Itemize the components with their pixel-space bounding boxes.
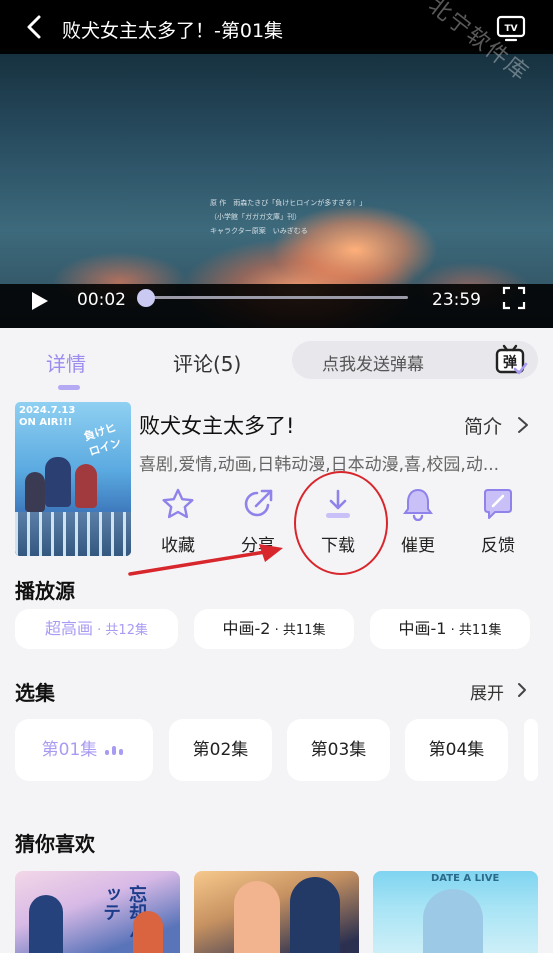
episode-label: 第03集 [310, 740, 367, 760]
episode-chip-partial[interactable] [524, 719, 538, 781]
source-chip-2[interactable]: 中画-2 · 共11集 [194, 609, 354, 649]
current-time: 00:02 [77, 290, 126, 310]
recommend-card-1[interactable]: 忘却バッテ [15, 871, 180, 953]
annotation-arrow [128, 544, 283, 576]
recommend-figure [29, 895, 63, 953]
tab-details[interactable]: 详情 [46, 348, 86, 377]
svg-text:TV: TV [504, 24, 517, 34]
play-icon[interactable] [30, 290, 50, 312]
poster-date: 2024.7.13 [19, 405, 76, 416]
player-controls: 00:02 23:59 [0, 284, 553, 328]
fullscreen-icon[interactable] [502, 286, 526, 310]
recommend-figure [290, 877, 340, 953]
source-chip-1[interactable]: 超高画 · 共12集 [15, 609, 178, 649]
chevron-right-icon[interactable] [516, 415, 530, 435]
poster-figure [25, 472, 45, 512]
episode-chip-3[interactable]: 第03集 [287, 719, 390, 781]
poster-fence [15, 512, 131, 556]
poster-on-air: ON AIR!!! [19, 417, 73, 428]
recommend-figure [133, 911, 163, 953]
source-count: · 共11集 [446, 623, 502, 638]
feedback-button[interactable]: 反馈 [468, 487, 528, 556]
recommend-figure [234, 881, 280, 953]
danmaku-placeholder: 点我发送弹幕 [322, 355, 424, 375]
sources-heading: 播放源 [15, 579, 75, 603]
danmaku-toggle-icon[interactable]: 弹 [494, 344, 528, 377]
episode-chip-4[interactable]: 第04集 [405, 719, 508, 781]
show-title: 败犬女主太多了! [139, 414, 295, 438]
star-icon [162, 488, 194, 519]
recommend-heading: 猜你喜欢 [15, 832, 95, 856]
source-chip-3[interactable]: 中画-1 · 共11集 [370, 609, 530, 649]
show-poster[interactable]: 2024.7.13 ON AIR!!! 負けヒロイン [15, 402, 131, 556]
recommend-overlay-text: DATE A LIVE [431, 873, 500, 884]
video-credits: 原 作 雨森たきび「負けヒロインが多すぎる！」 （小学館「ガガガ文庫」刊） キャ… [210, 196, 366, 238]
chevron-right-icon[interactable] [516, 681, 528, 699]
credit-line-4: キャラクター原案 いみぎむる [210, 227, 308, 235]
danmaku-input[interactable]: 点我发送弹幕 弹 [292, 341, 538, 379]
poster-figure [75, 464, 97, 508]
urge-update-label: 催更 [401, 536, 435, 556]
poster-figure [45, 457, 71, 507]
source-count: · 共11集 [270, 623, 326, 638]
episode-chip-2[interactable]: 第02集 [169, 719, 272, 781]
expand-link[interactable]: 展开 [470, 679, 504, 704]
recommend-figure [423, 889, 483, 953]
total-time: 23:59 [432, 290, 481, 310]
episode-label: 第01集 [41, 740, 98, 760]
intro-link[interactable]: 简介 [464, 412, 502, 439]
episode-label: 第04集 [428, 740, 485, 760]
feedback-label: 反馈 [481, 536, 515, 556]
progress-bar[interactable] [146, 296, 408, 299]
back-arrow-icon[interactable] [22, 14, 48, 40]
progress-knob[interactable] [137, 289, 156, 307]
playing-indicator-icon [105, 719, 126, 781]
poster-logo: 負けヒロイン [82, 420, 123, 459]
episodes-heading: 选集 [15, 681, 55, 705]
source-name: 中画-1 [398, 619, 447, 638]
tab-comments[interactable]: 评论(5) [173, 348, 241, 377]
share-icon [244, 489, 273, 517]
episode-label: 第02集 [192, 740, 249, 760]
credit-line-1: 原 作 雨森たきび「負けヒロインが多すぎる！」 [210, 199, 367, 207]
tab-active-indicator [58, 385, 80, 390]
urge-update-button[interactable]: 催更 [388, 487, 448, 556]
source-name: 中画-2 [222, 619, 271, 638]
source-name: 超高画 [45, 619, 94, 638]
recommend-card-3[interactable]: DATE A LIVE [373, 871, 538, 953]
feedback-icon [484, 489, 512, 519]
source-count: · 共12集 [93, 623, 148, 638]
recommend-card-2[interactable] [194, 871, 359, 953]
video-player[interactable]: 原 作 雨森たきび「負けヒロインが多すぎる！」 （小学館「ガガガ文庫」刊） キャ… [0, 0, 553, 328]
bell-icon [403, 488, 433, 521]
video-title: 败犬女主太多了！-第01集 [62, 20, 284, 42]
episode-chip-1[interactable]: 第01集 [15, 719, 153, 781]
annotation-circle [294, 471, 388, 575]
credit-line-2: （小学館「ガガガ文庫」刊） [210, 213, 301, 221]
